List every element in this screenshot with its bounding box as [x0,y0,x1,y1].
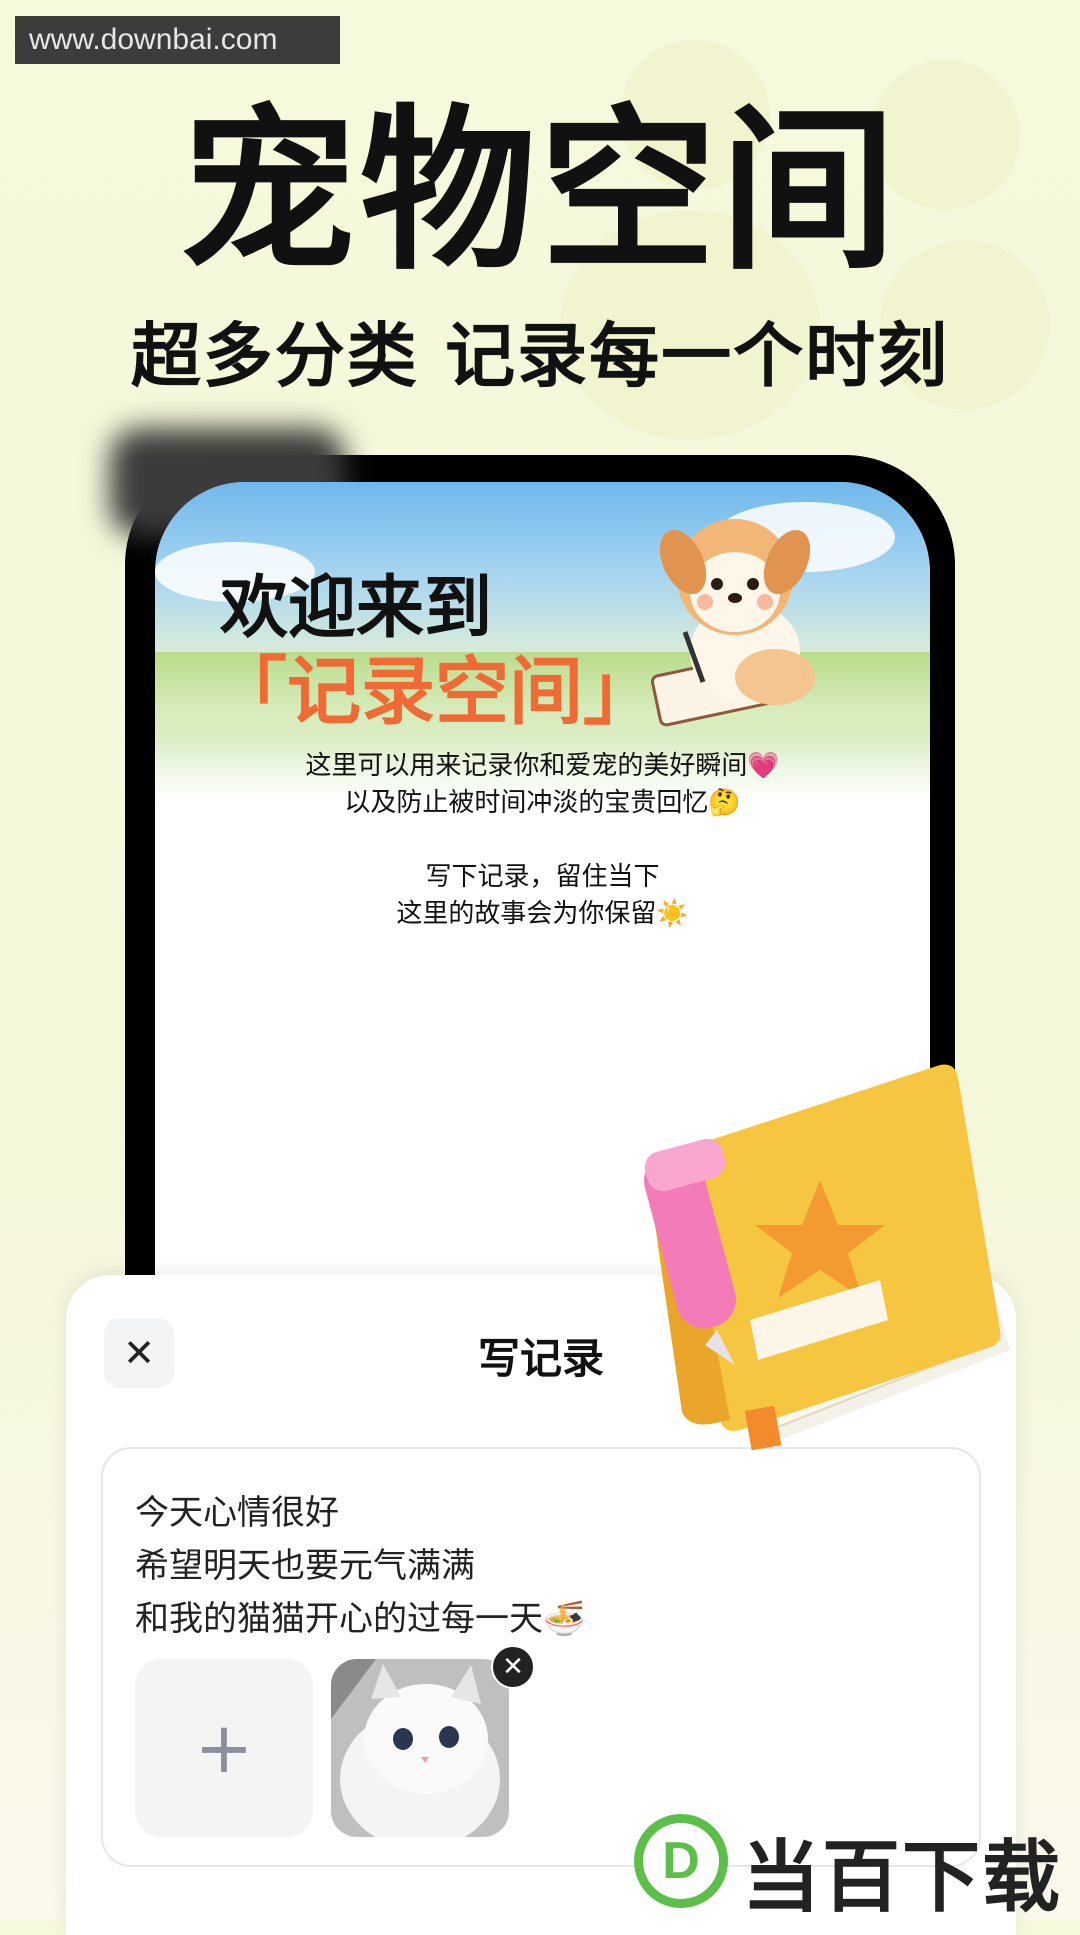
brand-logo-icon: D [634,1814,728,1908]
brand-name: 当百下载 [742,1833,1063,1923]
cat-photo-image [331,1659,509,1837]
puppy-writing-illustration [650,519,815,727]
note-line: 今天心情很好 [135,1493,339,1533]
svg-text:D: D [662,1832,700,1890]
plus-icon: + [194,1707,254,1789]
banner-highlight: 「记录空间」 [213,649,657,735]
remove-photo-button[interactable]: ✕ [491,1645,535,1689]
watermark-url: www.downbai.com [15,16,340,64]
intro-line: 这里的故事会为你保留☀️ [396,899,689,929]
hero-subtitle: 超多分类 记录每一个时刻 [130,315,950,397]
note-text[interactable]: 今天心情很好 希望明天也要元气满满 和我的猫猫开心的过每一天🍜 [135,1487,585,1646]
pink-pen-illustration [644,1138,736,1365]
record-editor[interactable]: 今天心情很好 希望明天也要元气满满 和我的猫猫开心的过每一天🍜 + ✕ [101,1447,981,1867]
add-photo-button[interactable]: + [135,1659,313,1837]
note-line: 希望明天也要元气满满 [135,1546,475,1586]
close-icon: ✕ [502,1652,524,1682]
hero-title: 宠物空间 [179,89,900,294]
note-line: 和我的猫猫开心的过每一天🍜 [135,1599,586,1639]
intro-line: 写下记录，留住当下 [425,862,660,892]
attached-cat-photo[interactable] [331,1659,509,1837]
intro-line: 这里可以用来记录你和爱宠的美好瞬间💗 [305,751,780,781]
intro-line: 以及防止被时间冲淡的宝贵回忆🤔 [344,788,741,818]
